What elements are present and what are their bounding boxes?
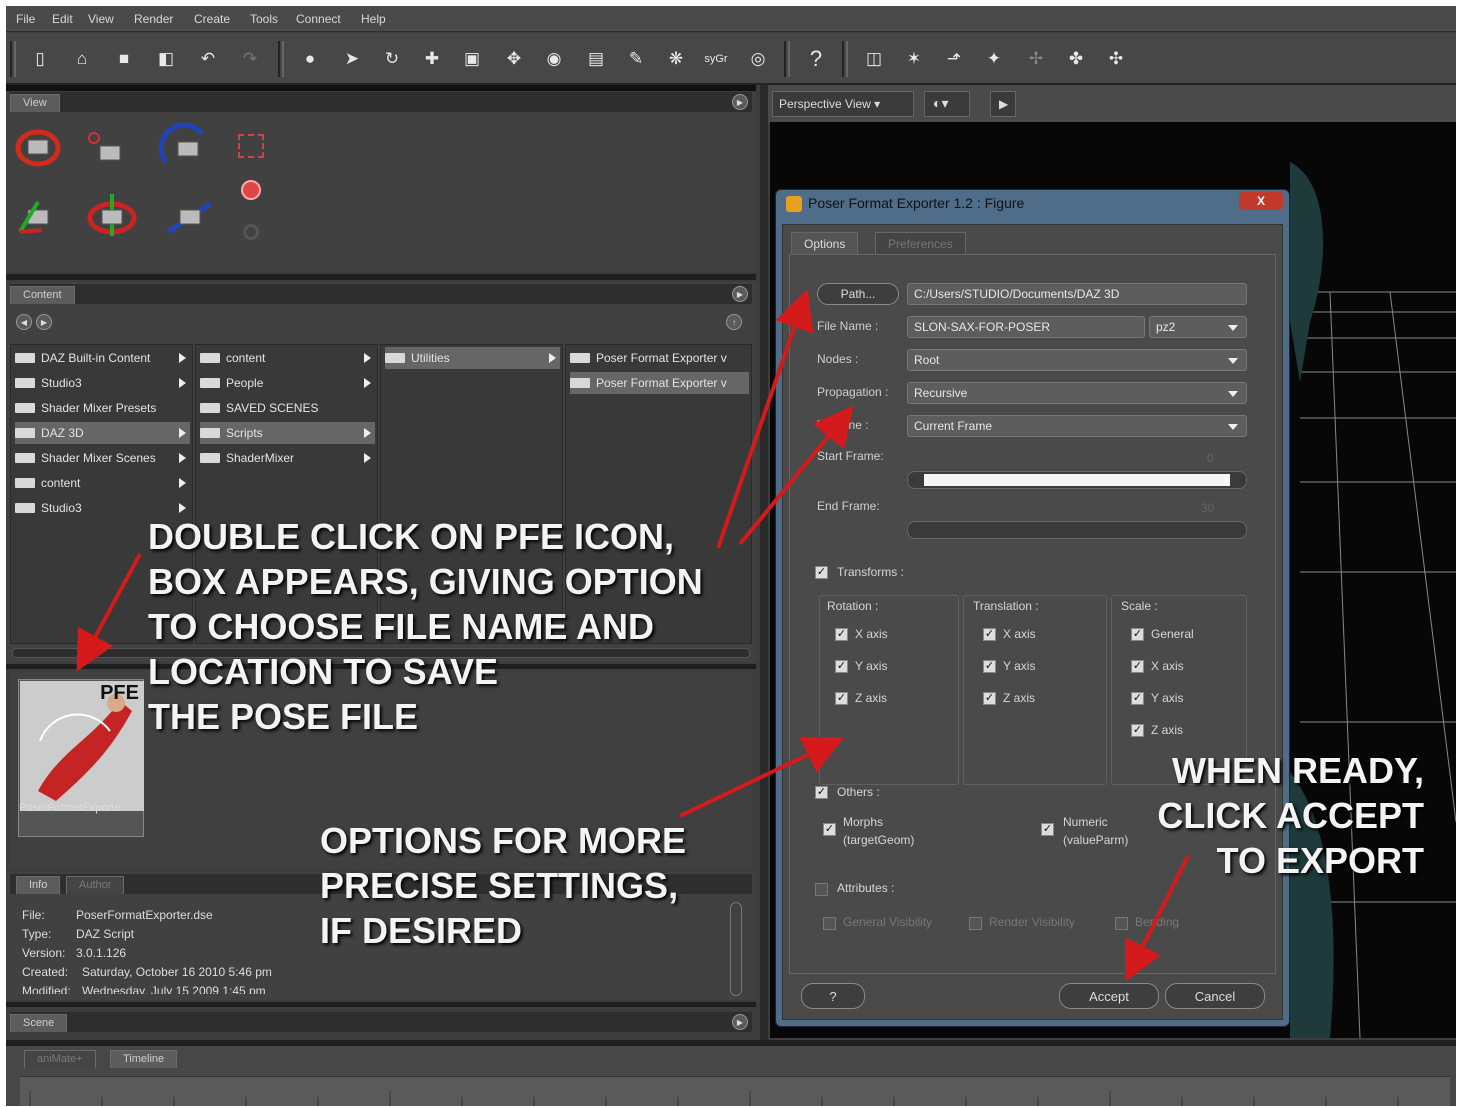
annotation-line: THE POSE FILE xyxy=(148,696,419,737)
annotation-line: PRECISE SETTINGS, xyxy=(320,865,679,906)
daz-studio-window: File Edit View Render Create Tools Conne… xyxy=(6,6,1456,1106)
annotation-line: WHEN READY, xyxy=(1171,750,1424,791)
annotation-line: TO EXPORT xyxy=(1216,840,1424,881)
annotation-line: OPTIONS FOR MORE xyxy=(320,820,687,861)
annotation-line: CLICK ACCEPT xyxy=(1157,795,1424,836)
annotation-line: DOUBLE CLICK ON PFE ICON, xyxy=(148,516,675,557)
annotation-options: OPTIONS FOR MORE PRECISE SETTINGS, IF DE… xyxy=(320,818,686,953)
annotation-line: BOX APPEARS, GIVING OPTION xyxy=(148,561,703,602)
annotation-line: LOCATION TO SAVE xyxy=(148,651,499,692)
annotation-accept: WHEN READY, CLICK ACCEPT TO EXPORT xyxy=(1138,748,1424,883)
annotation-line: IF DESIRED xyxy=(320,910,523,951)
annotation-line: TO CHOOSE FILE NAME AND xyxy=(148,606,655,647)
annotation-pfe-instructions: DOUBLE CLICK ON PFE ICON, BOX APPEARS, G… xyxy=(148,514,703,739)
